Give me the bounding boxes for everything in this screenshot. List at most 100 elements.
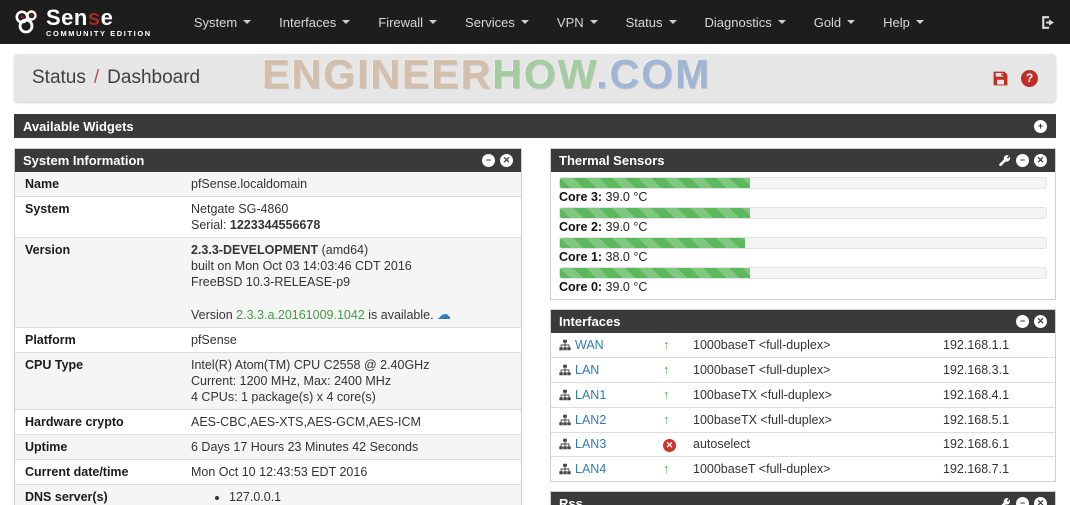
table-row: Version 2.3.3-DEVELOPMENT (amd64) built on… xyxy=(15,237,521,328)
menu-interfaces[interactable]: Interfaces xyxy=(265,0,364,44)
chevron-down-icon xyxy=(668,20,677,24)
system-information-title: System Information xyxy=(23,153,145,168)
chevron-down-icon xyxy=(915,20,924,24)
breadcrumb-page: Dashboard xyxy=(107,67,201,88)
brand-name: Sen xyxy=(46,4,88,30)
system-information-panel: System Information − ✕ Name pfSense.local… xyxy=(14,148,522,505)
available-widgets-bar: Available Widgets + xyxy=(14,114,1056,138)
status-cell: ↑ xyxy=(655,383,685,408)
menu-vpn[interactable]: VPN xyxy=(543,0,612,44)
close-icon[interactable]: ✕ xyxy=(1034,497,1047,505)
cloud-download-icon[interactable]: ☁ xyxy=(437,306,451,322)
menu-services[interactable]: Services xyxy=(451,0,543,44)
sitemap-icon xyxy=(559,389,571,400)
minimize-icon[interactable]: − xyxy=(1016,497,1029,505)
close-icon[interactable]: ✕ xyxy=(1034,315,1047,328)
temperature-bar-fill xyxy=(560,238,745,248)
chevron-down-icon xyxy=(429,20,438,24)
row-value: Intel(R) Atom(TM) CPU C2558 @ 2.40GHz Cur… xyxy=(191,358,430,404)
interface-link[interactable]: LAN2 xyxy=(575,413,606,427)
main-menu: System Interfaces Firewall Services VPN Statu… xyxy=(180,0,1039,44)
row-value: 2.3.3-DEVELOPMENT (amd64) built on Mon Oc… xyxy=(191,243,452,322)
sitemap-icon xyxy=(559,438,571,450)
settings-wrench-icon[interactable] xyxy=(998,154,1011,167)
table-row: Name pfSense.localdomain xyxy=(15,172,521,197)
temperature-bar-fill xyxy=(560,268,750,278)
status-up-icon: ↑ xyxy=(663,387,670,402)
interface-link[interactable]: LAN1 xyxy=(575,388,606,402)
pfsense-logo[interactable]: Sense COMMUNITY EDITION xyxy=(14,4,152,38)
row-value: 127.0.0.1192.168.1.1 xyxy=(181,485,521,505)
interface-ip: 192.168.6.1 xyxy=(943,437,1010,451)
menu-system[interactable]: System xyxy=(180,0,265,44)
interface-row: LAN4 ↑ 1000baseT <full-duplex> 192.168.7.1 xyxy=(551,457,1055,482)
interface-ip: 192.168.1.1 xyxy=(943,337,1010,352)
row-value: pfSense.localdomain xyxy=(191,177,308,191)
update-version-link[interactable]: 2.3.3.a.20161009.1042 xyxy=(236,308,365,322)
row-label: Name xyxy=(25,177,60,191)
interface-row: LAN2 ↑ 100baseTX <full-duplex> 192.168.5.1 xyxy=(551,408,1055,433)
status-cell: ✕ xyxy=(655,433,685,457)
sitemap-icon xyxy=(559,364,571,375)
interface-name-cell: LAN4 xyxy=(551,457,655,482)
interface-media: 1000baseT <full-duplex> xyxy=(693,362,831,377)
row-label: Current date/time xyxy=(25,465,129,479)
minimize-icon[interactable]: − xyxy=(1016,154,1029,167)
system-information-table: Name pfSense.localdomain System Netgate SG-… xyxy=(15,172,521,505)
menu-help[interactable]: Help xyxy=(869,0,938,44)
interface-link[interactable]: LAN xyxy=(575,363,599,377)
available-widgets-title: Available Widgets xyxy=(23,118,134,134)
breadcrumb-separator: / xyxy=(93,67,100,88)
sitemap-icon xyxy=(559,339,571,350)
menu-diagnostics[interactable]: Diagnostics xyxy=(691,0,800,44)
breadcrumb-bar: Status / Dashboard ENGINEERHOW.COM ? xyxy=(14,51,1056,102)
system-information-header: System Information − ✕ xyxy=(15,149,521,172)
rss-title: Rss xyxy=(559,496,583,505)
core-temperature-label: Core 1: 38.0 °C xyxy=(559,250,648,264)
interface-media: 100baseTX <full-duplex> xyxy=(693,412,832,427)
table-row: Current date/time Mon Oct 10 12:43:53 EDT… xyxy=(15,459,521,485)
temperature-bar-fill xyxy=(560,178,750,188)
row-label: Uptime xyxy=(25,440,68,454)
close-icon[interactable]: ✕ xyxy=(1034,154,1047,167)
menu-gold[interactable]: Gold xyxy=(800,0,869,44)
table-row: System Netgate SG-4860 Serial: 12233445566… xyxy=(15,196,521,238)
row-label: CPU Type xyxy=(25,358,84,372)
minimize-icon[interactable]: − xyxy=(1016,315,1029,328)
menu-status[interactable]: Status xyxy=(612,0,691,44)
thermal-sensors-header: Thermal Sensors − ✕ xyxy=(551,149,1055,172)
interface-link[interactable]: LAN3 xyxy=(575,437,606,451)
interface-link[interactable]: LAN4 xyxy=(575,462,606,476)
sitemap-icon xyxy=(559,463,571,474)
interface-name-cell: LAN3 xyxy=(551,433,655,457)
menu-firewall[interactable]: Firewall xyxy=(364,0,451,44)
interface-ip: 192.168.7.1 xyxy=(943,461,1010,476)
settings-wrench-icon[interactable] xyxy=(998,497,1011,505)
minimize-icon[interactable]: − xyxy=(482,154,495,167)
brand-text: Sense COMMUNITY EDITION xyxy=(46,4,152,38)
row-label: Version xyxy=(25,243,71,257)
temperature-bar-fill xyxy=(560,208,750,218)
close-icon[interactable]: ✕ xyxy=(500,154,513,167)
row-value: Mon Oct 10 12:43:53 EDT 2016 xyxy=(191,465,368,479)
help-icon[interactable]: ? xyxy=(1021,69,1038,87)
interface-row: WAN ↑ 1000baseT <full-duplex> 192.168.1.1 xyxy=(551,333,1055,358)
interface-row: LAN3 ✕ autoselect 192.168.6.1 xyxy=(551,433,1055,457)
interface-media: autoselect xyxy=(693,437,750,451)
temperature-bar xyxy=(559,177,1047,189)
interface-name-cell: LAN xyxy=(551,358,655,383)
interface-row: LAN ↑ 1000baseT <full-duplex> 192.168.3.1 xyxy=(551,358,1055,383)
row-value: pfSense xyxy=(191,333,237,347)
status-cell: ↑ xyxy=(655,333,685,358)
status-up-icon: ↑ xyxy=(663,337,670,352)
interface-link[interactable]: WAN xyxy=(575,338,604,352)
temperature-bar xyxy=(559,207,1047,219)
temperature-bar xyxy=(559,237,1047,249)
chevron-down-icon xyxy=(243,20,252,24)
sign-out-icon[interactable] xyxy=(1039,14,1056,31)
interface-ip: 192.168.5.1 xyxy=(943,412,1010,427)
table-row: CPU Type Intel(R) Atom(TM) CPU C2558 @ 2.… xyxy=(15,352,521,410)
add-widget-icon[interactable]: + xyxy=(1034,119,1047,133)
save-icon[interactable] xyxy=(992,70,1009,87)
breadcrumb-section[interactable]: Status xyxy=(32,67,86,89)
